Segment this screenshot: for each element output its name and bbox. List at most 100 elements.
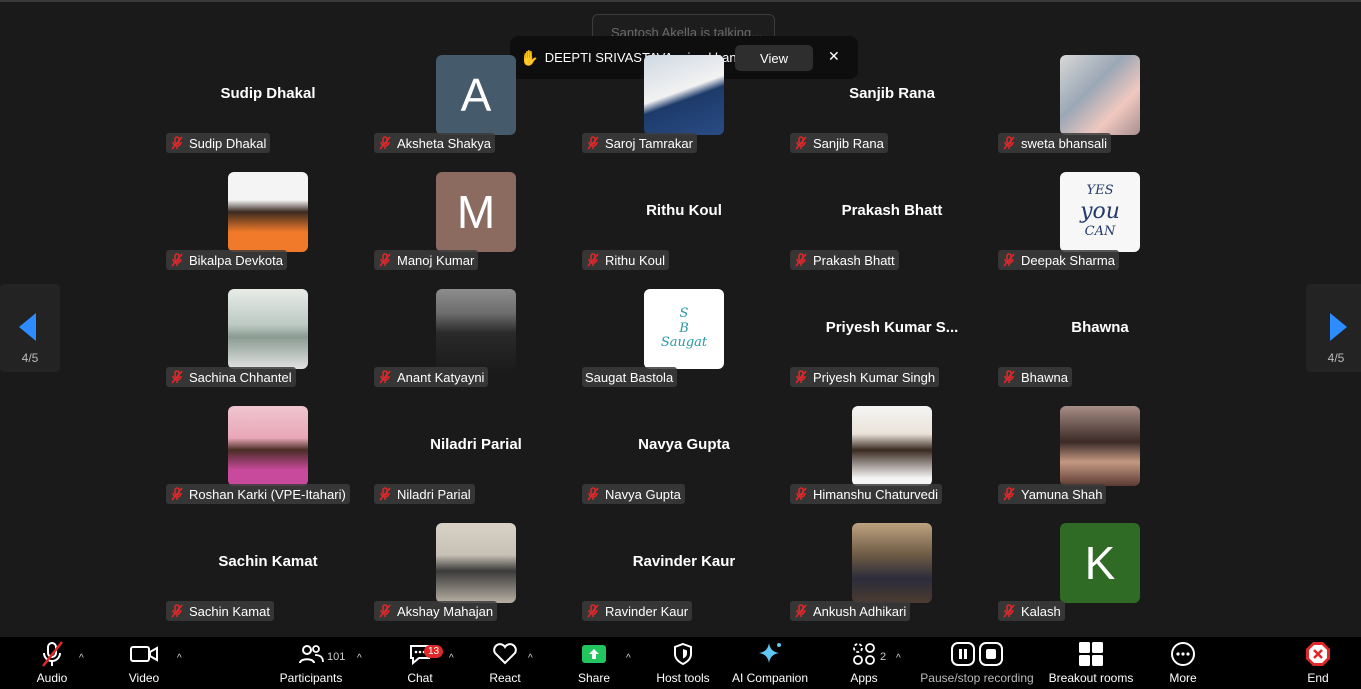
participant-tile[interactable]: Bikalpa Devkota <box>166 172 366 284</box>
chat-unread-badge: 13 <box>424 645 444 658</box>
participant-tile[interactable]: Navya Gupta Navya Gupta <box>582 406 782 518</box>
participant-name: Anant Katyayni <box>397 369 485 385</box>
microphone-muted-icon <box>42 641 63 667</box>
next-page-button[interactable]: 4/5 <box>1306 284 1361 372</box>
participant-display-name: Sanjib Rana <box>849 85 935 102</box>
muted-microphone-icon <box>793 252 809 268</box>
participant-tile[interactable]: Saroj Tamrakar <box>582 55 782 167</box>
participant-name-label: Saugat Bastola <box>582 367 678 387</box>
avatar-photo <box>852 406 932 486</box>
recording-label: Pause/stop recording <box>920 671 1034 685</box>
recording-button[interactable]: Pause/stop recording <box>918 637 1036 689</box>
muted-microphone-icon <box>1001 603 1017 619</box>
participant-display-name: Navya Gupta <box>638 436 730 453</box>
breakout-rooms-label: Breakout rooms <box>1048 671 1134 685</box>
muted-microphone-icon <box>585 252 601 268</box>
participants-button[interactable]: Participants <box>276 637 346 689</box>
participant-tile[interactable]: Sachin Kamat Sachin Kamat <box>166 523 366 635</box>
participant-tile[interactable]: Anant Katyayni <box>374 289 574 401</box>
chat-options-chevron-icon[interactable]: ^ <box>449 653 454 664</box>
participant-tile[interactable]: Priyesh Kumar S... Priyesh Kumar Singh <box>790 289 990 401</box>
participants-options-chevron-icon[interactable]: ^ <box>357 653 362 664</box>
participant-name: Bikalpa Devkota <box>189 252 283 268</box>
participant-tile[interactable]: Ravinder Kaur Ravinder Kaur <box>582 523 782 635</box>
muted-microphone-icon <box>169 135 185 151</box>
muted-microphone-icon <box>169 252 185 268</box>
participant-name-label: Roshan Karki (VPE-Itahari) <box>166 484 350 504</box>
participants-count: 101 <box>327 651 346 663</box>
participant-tile[interactable]: M Manoj Kumar <box>374 172 574 284</box>
participant-display-name: Bhawna <box>1071 319 1129 336</box>
participant-tile[interactable]: Niladri Parial Niladri Parial <box>374 406 574 518</box>
avatar-photo <box>436 289 516 369</box>
avatar-initial: M <box>456 186 496 238</box>
participant-tile[interactable]: Sudip Dhakal Sudip Dhakal <box>166 55 366 167</box>
muted-microphone-icon <box>1001 135 1017 151</box>
participant-tile[interactable]: Bhawna Bhawna <box>998 289 1198 401</box>
participant-name: Himanshu Chaturvedi <box>813 486 939 502</box>
avatar-photo <box>852 523 932 603</box>
avatar-photo <box>228 172 308 252</box>
host-tools-button[interactable]: Host tools <box>653 637 713 689</box>
share-label: Share <box>577 671 611 685</box>
apps-button[interactable]: Apps <box>846 637 882 689</box>
participant-tile[interactable]: Sanjib Rana Sanjib Rana <box>790 55 990 167</box>
participant-name-label: Akshay Mahajan <box>374 601 498 621</box>
participant-name-label: Yamuna Shah <box>998 484 1107 504</box>
avatar: A <box>436 55 516 135</box>
share-options-chevron-icon[interactable]: ^ <box>626 653 631 664</box>
participant-name-label: Sanjib Rana <box>790 133 888 153</box>
previous-page-button[interactable]: 4/5 <box>0 284 60 372</box>
participant-tile[interactable]: A Aksheta Shakya <box>374 55 574 167</box>
participant-tile[interactable]: Akshay Mahajan <box>374 523 574 635</box>
end-label: End <box>1307 671 1329 685</box>
participant-name: Prakash Bhatt <box>813 252 895 268</box>
muted-microphone-icon <box>169 603 185 619</box>
participant-tile[interactable]: Roshan Karki (VPE-Itahari) <box>166 406 366 518</box>
participant-tile[interactable]: Himanshu Chaturvedi <box>790 406 990 518</box>
participant-name: Niladri Parial <box>397 486 471 502</box>
video-options-chevron-icon[interactable]: ^ <box>177 653 182 664</box>
audio-options-chevron-icon[interactable]: ^ <box>79 653 84 664</box>
video-button[interactable]: Video <box>122 637 166 689</box>
participant-tile[interactable]: Rithu Koul Rithu Koul <box>582 172 782 284</box>
participant-tile[interactable]: S B Saugat Saugat Bastola <box>582 289 782 401</box>
share-button[interactable]: Share <box>574 637 614 689</box>
participant-name: Navya Gupta <box>605 486 681 502</box>
participant-name: Saroj Tamrakar <box>605 135 693 151</box>
react-options-chevron-icon[interactable]: ^ <box>528 653 533 664</box>
participant-name-label: Priyesh Kumar Singh <box>790 367 940 387</box>
avatar-photo <box>228 289 308 369</box>
participant-name-label: Rithu Koul <box>582 250 669 270</box>
ai-companion-button[interactable]: AI Companion <box>730 637 810 689</box>
participant-tile[interactable]: Ankush Adhikari <box>790 523 990 635</box>
muted-microphone-icon <box>377 369 393 385</box>
breakout-rooms-icon <box>1079 642 1103 666</box>
participant-name: Ravinder Kaur <box>605 603 689 619</box>
muted-microphone-icon <box>377 252 393 268</box>
apps-options-chevron-icon[interactable]: ^ <box>896 653 901 664</box>
participant-tile[interactable]: Prakash Bhatt Prakash Bhatt <box>790 172 990 284</box>
more-button[interactable]: More <box>1164 637 1202 689</box>
participant-display-name: Ravinder Kaur <box>632 553 736 570</box>
participant-tile[interactable]: sweta bhansali <box>998 55 1198 167</box>
participant-name: Manoj Kumar <box>397 252 475 268</box>
audio-button[interactable]: Audio <box>30 637 74 689</box>
participant-display-name: Sachin Kamat <box>218 553 318 570</box>
end-meeting-button[interactable]: End <box>1300 637 1336 689</box>
react-button[interactable]: React <box>484 637 526 689</box>
participant-tile[interactable]: Sachina Chhantel <box>166 289 366 401</box>
avatar-photo <box>1060 406 1140 486</box>
more-options-icon <box>1171 642 1195 666</box>
participant-name-label: Bhawna <box>998 367 1072 387</box>
participant-tile[interactable]: K Kalash <box>998 523 1198 635</box>
arrow-left-icon <box>19 313 36 341</box>
participant-name-label: Navya Gupta <box>582 484 685 504</box>
breakout-rooms-button[interactable]: Breakout rooms <box>1046 637 1136 689</box>
participant-tile[interactable]: Yamuna Shah <box>998 406 1198 518</box>
arrow-right-icon <box>1330 313 1347 341</box>
participant-tile[interactable]: YES you CAN Deepak Sharma <box>998 172 1198 284</box>
meeting-toolbar: Audio ^ Video ^ Participants 101 ^ Chat … <box>0 637 1361 689</box>
participant-name-label: Prakash Bhatt <box>790 250 899 270</box>
participant-display-name: Rithu Koul <box>646 202 722 219</box>
